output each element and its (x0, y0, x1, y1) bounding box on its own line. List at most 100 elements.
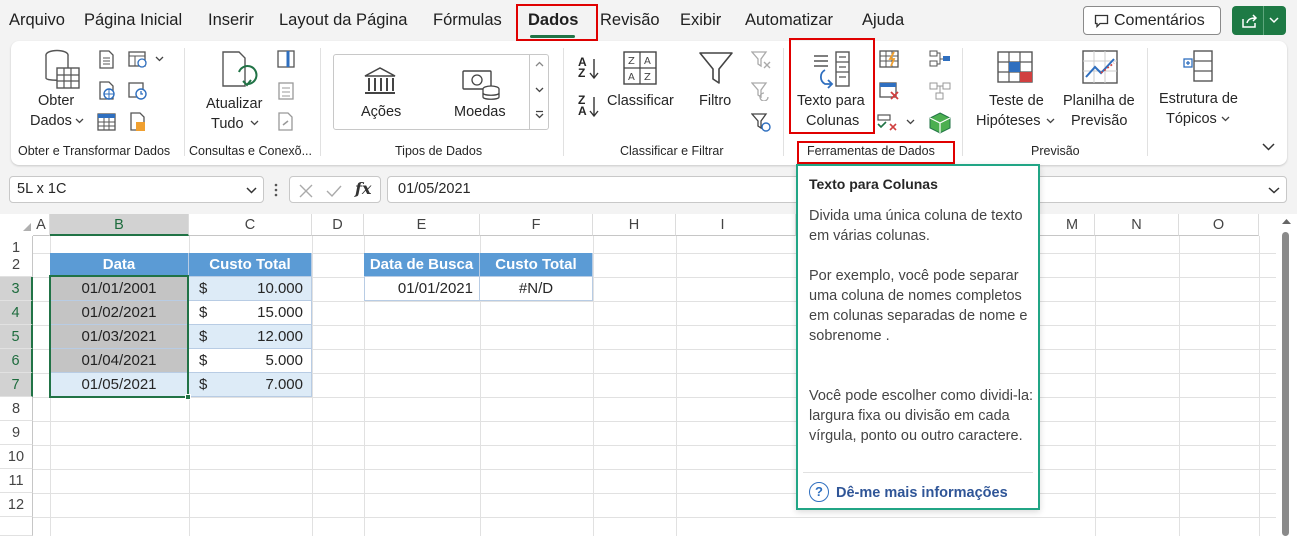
tab-pagina-inicial[interactable]: Página Inicial (84, 11, 182, 30)
chevron-down-icon[interactable] (535, 87, 544, 93)
column-header-m[interactable]: M (1040, 214, 1095, 236)
cancel-icon[interactable] (298, 183, 314, 199)
column-header-h[interactable]: H (593, 214, 676, 236)
column-header-c[interactable]: C (189, 214, 312, 236)
row-header-8[interactable]: 8 (0, 397, 33, 421)
tab-formulas[interactable]: Fórmulas (433, 11, 502, 30)
row-header-13[interactable] (0, 517, 33, 536)
highlight-data-tools-group (797, 141, 955, 164)
row-header-10[interactable]: 10 (0, 445, 33, 469)
tab-exibir[interactable]: Exibir (680, 11, 721, 30)
recent-sources-icon[interactable] (128, 81, 148, 101)
column-header-n[interactable]: N (1095, 214, 1179, 236)
flash-fill-icon[interactable] (878, 49, 900, 69)
insert-function-button[interactable]: fx (355, 179, 371, 198)
header-custo-total[interactable]: Custo Total (480, 253, 593, 277)
highlight-text-to-columns (789, 38, 875, 134)
column-header-a[interactable]: A (33, 214, 50, 236)
expand-formula-bar-icon[interactable] (1268, 187, 1280, 194)
tooltip-paragraph: Divida uma única coluna de texto em vári… (809, 208, 1023, 244)
learn-more-link[interactable]: Dê-me mais informações (836, 485, 1008, 501)
chevron-up-icon[interactable] (535, 61, 544, 67)
chevron-down-icon[interactable] (246, 187, 257, 194)
existing-connections-icon[interactable] (128, 112, 148, 132)
data-validation-icon[interactable] (876, 113, 900, 133)
advanced-filter-icon[interactable] (751, 112, 771, 132)
cell-lookup-result[interactable]: #N/D (480, 277, 593, 301)
arrow-down-icon (589, 59, 599, 80)
row-header-4[interactable]: 4 (0, 301, 33, 325)
chevron-down-icon[interactable] (155, 56, 164, 62)
cell-amount[interactable]: $10.000 (189, 277, 312, 301)
from-web-globe-icon[interactable] (97, 81, 117, 101)
group-separator (962, 48, 963, 156)
comments-label: Comentários (1114, 11, 1205, 29)
reapply-filter-icon[interactable] (751, 81, 771, 101)
collapse-ribbon-icon[interactable] (1262, 143, 1275, 151)
cell-lookup-date[interactable]: 01/01/2021 (364, 277, 480, 301)
tab-layout[interactable]: Layout da Página (279, 11, 407, 30)
relationships-icon[interactable] (929, 81, 951, 101)
tab-ajuda[interactable]: Ajuda (862, 11, 904, 30)
cell-amount[interactable]: $15.000 (189, 301, 312, 325)
comments-button[interactable]: Comentários (1083, 6, 1221, 35)
more-icon[interactable] (535, 110, 544, 120)
chevron-down-icon[interactable] (1269, 17, 1279, 24)
from-table-icon[interactable] (97, 112, 117, 132)
tab-automatizar[interactable]: Automatizar (745, 11, 833, 30)
group-separator (563, 48, 564, 156)
queries-connections-icon[interactable] (276, 49, 296, 69)
highlight-dados-tab (516, 4, 598, 41)
chevron-down-icon (250, 120, 259, 126)
row-header-7[interactable]: 7 (0, 373, 33, 397)
column-header-i[interactable]: I (676, 214, 796, 236)
group-label-queries: Consultas e Conexõ... (189, 144, 312, 158)
scrollbar-thumb[interactable] (1282, 232, 1289, 536)
scroll-up-icon[interactable] (1281, 218, 1292, 225)
formula-buttons: fx (289, 176, 381, 203)
select-all-icon[interactable] (22, 222, 32, 232)
remove-duplicates-icon[interactable] (878, 81, 900, 101)
cell-amount[interactable]: $7.000 (189, 373, 312, 397)
filter-funnel-icon (699, 52, 733, 84)
row-header-11[interactable]: 11 (0, 469, 33, 493)
header-data-de-busca[interactable]: Data de Busca (364, 253, 480, 277)
cell-amount[interactable]: $12.000 (189, 325, 312, 349)
row-header-12[interactable]: 12 (0, 493, 33, 517)
row-header-6[interactable]: 6 (0, 349, 33, 373)
row-header-3[interactable]: 3 (0, 277, 33, 301)
consolidate-icon[interactable] (929, 49, 951, 69)
row-header-9[interactable]: 9 (0, 421, 33, 445)
chevron-down-icon[interactable] (906, 119, 915, 125)
currency-icon (462, 70, 500, 100)
cell-amount[interactable]: $5.000 (189, 349, 312, 373)
column-header-f[interactable]: F (480, 214, 593, 236)
share-button[interactable] (1232, 6, 1286, 35)
formula-bar-grip-icon[interactable] (274, 182, 278, 198)
header-custo-total[interactable]: Custo Total (189, 253, 312, 277)
enter-check-icon[interactable] (325, 183, 343, 199)
clear-filter-icon[interactable] (751, 50, 771, 70)
sort-za-button[interactable]: ZA (578, 94, 599, 118)
header-data[interactable]: Data (50, 253, 189, 277)
data-model-icon[interactable] (929, 112, 951, 134)
from-web-icon[interactable] (128, 50, 152, 70)
tab-inserir[interactable]: Inserir (208, 11, 254, 30)
tab-arquivo[interactable]: Arquivo (9, 11, 65, 30)
column-header-e[interactable]: E (364, 214, 480, 236)
sort-dialog-icon: Z AA Z (623, 51, 657, 85)
column-header-o[interactable]: O (1179, 214, 1259, 236)
chevron-down-icon (75, 118, 84, 124)
edit-links-icon[interactable] (276, 112, 296, 132)
column-header-d[interactable]: D (312, 214, 364, 236)
row-header-2[interactable]: 2 (0, 253, 33, 277)
sort-az-button[interactable]: AZ (578, 56, 599, 80)
column-header-b[interactable]: B (50, 214, 189, 236)
row-header-5[interactable]: 5 (0, 325, 33, 349)
data-types-scroll[interactable] (529, 54, 549, 130)
name-box[interactable]: 5L x 1C (9, 176, 264, 203)
fill-handle[interactable] (185, 394, 191, 400)
properties-icon[interactable] (276, 81, 296, 101)
tab-revisao[interactable]: Revisão (600, 11, 660, 30)
from-text-icon[interactable] (97, 50, 117, 70)
